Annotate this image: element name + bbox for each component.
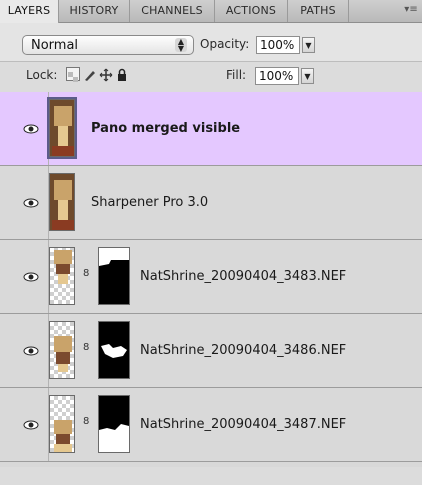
lock-row (0, 61, 422, 93)
eye-icon (23, 272, 39, 282)
layer-thumbnail (49, 247, 75, 305)
updown-arrow-icon: ▲ ▼ (175, 38, 187, 53)
panel-menu-icon[interactable]: ▾≡ (404, 3, 418, 17)
opacity-dropdown-button[interactable]: ▼ (302, 37, 315, 53)
lock-all-icon[interactable] (115, 67, 129, 81)
eye-icon (23, 420, 39, 430)
lock-label: Lock: (26, 68, 58, 82)
layer-name[interactable]: NatShrine_20090404_3486.NEF (140, 343, 346, 358)
layer-mask-thumbnail[interactable] (98, 247, 130, 305)
tab-layers[interactable]: LAYERS (0, 0, 59, 23)
eye-icon (23, 346, 39, 356)
visibility-cell[interactable] (14, 240, 49, 313)
layer-thumbnail (49, 173, 75, 231)
fill-input[interactable]: 100% (255, 67, 299, 85)
link-chain-icon[interactable]: 8 (83, 268, 89, 279)
eye-icon (23, 198, 39, 208)
eye-icon (23, 124, 39, 134)
blend-mode-value: Normal (31, 38, 79, 53)
tab-paths[interactable]: PATHS (288, 0, 349, 22)
layer-row[interactable]: 8 NatShrine_20090404_3487.NEF (0, 388, 422, 462)
lock-transparent-pixels-icon[interactable] (66, 67, 80, 82)
fill-dropdown-button[interactable]: ▼ (301, 68, 314, 84)
layer-thumbnail (47, 97, 77, 159)
layer-row[interactable]: Pano merged visible (0, 92, 422, 166)
opacity-label: Opacity: (200, 37, 250, 51)
layer-thumbnail (49, 395, 75, 453)
tab-actions[interactable]: ACTIONS (215, 0, 288, 22)
layer-name[interactable]: NatShrine_20090404_3483.NEF (140, 269, 346, 284)
layer-mask-thumbnail[interactable] (98, 321, 130, 379)
layer-row[interactable]: Sharpener Pro 3.0 (0, 166, 422, 240)
layer-name[interactable]: Pano merged visible (91, 121, 240, 136)
tab-history[interactable]: HISTORY (59, 0, 130, 22)
layer-list: Pano merged visible Sharpener Pro 3.0 8 (0, 92, 422, 485)
fill-label: Fill: (226, 68, 247, 82)
layer-name[interactable]: Sharpener Pro 3.0 (91, 195, 208, 210)
layers-panel: LAYERS HISTORY CHANNELS ACTIONS PATHS ▾≡… (0, 0, 422, 485)
link-chain-icon[interactable]: 8 (83, 416, 89, 427)
layer-mask-thumbnail[interactable] (98, 395, 130, 453)
visibility-cell[interactable] (14, 92, 49, 165)
layer-thumbnail (49, 321, 75, 379)
layer-name[interactable]: NatShrine_20090404_3487.NEF (140, 417, 346, 432)
opacity-input[interactable]: 100% (256, 36, 300, 54)
visibility-cell[interactable] (14, 314, 49, 387)
lock-position-icon[interactable] (99, 67, 113, 82)
panel-empty-area (0, 467, 422, 485)
layer-row[interactable]: 8 NatShrine_20090404_3486.NEF (0, 314, 422, 388)
visibility-cell[interactable] (14, 166, 49, 239)
link-chain-icon[interactable]: 8 (83, 342, 89, 353)
layer-row[interactable]: 8 NatShrine_20090404_3483.NEF (0, 240, 422, 314)
lock-image-pixels-icon[interactable] (83, 67, 97, 81)
visibility-cell[interactable] (14, 388, 49, 461)
blend-mode-select[interactable]: Normal ▲ ▼ (22, 35, 194, 55)
tab-channels[interactable]: CHANNELS (130, 0, 215, 22)
panel-tab-bar: LAYERS HISTORY CHANNELS ACTIONS PATHS ▾≡ (0, 0, 422, 23)
